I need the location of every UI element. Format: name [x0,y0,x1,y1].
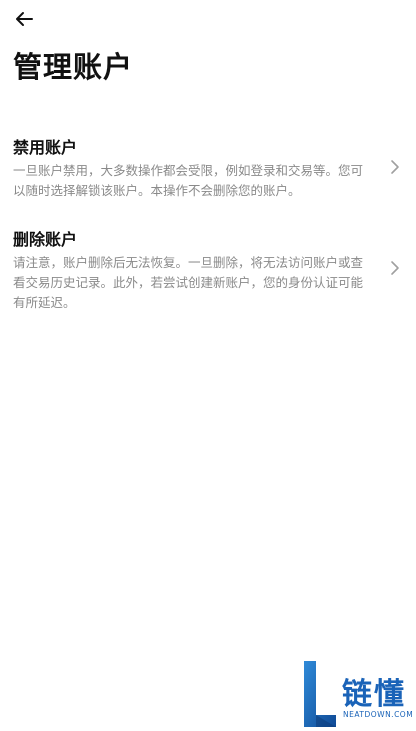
option-title: 禁用账户 [13,138,78,157]
delete-account-option[interactable]: 删除账户 请注意，账户删除后无法恢复。一旦删除，将无法访问账户或查看交易历史记录… [0,226,416,316]
page-title: 管理账户 [13,50,134,84]
chevron-right-icon [391,160,399,174]
option-description: 请注意，账户删除后无法恢复。一旦删除，将无法访问账户或查看交易历史记录。此外，若… [13,255,364,310]
option-description: 一旦账户禁用，大多数操作都会受限，例如登录和交易等。您可以随时选择解锁该账户。本… [13,163,364,198]
option-title: 删除账户 [13,230,78,249]
watermark-name: 链懂 [342,677,406,712]
watermark-logo: 链懂 NEATDOWN.COM [302,661,414,727]
chevron-right-icon [391,261,399,275]
watermark-url: NEATDOWN.COM [343,710,414,719]
logo-mark-icon [304,661,336,727]
back-button[interactable] [10,6,38,32]
arrow-left-icon [16,12,33,26]
disable-account-option[interactable]: 禁用账户 一旦账户禁用，大多数操作都会受限，例如登录和交易等。您可以随时选择解锁… [0,134,416,206]
